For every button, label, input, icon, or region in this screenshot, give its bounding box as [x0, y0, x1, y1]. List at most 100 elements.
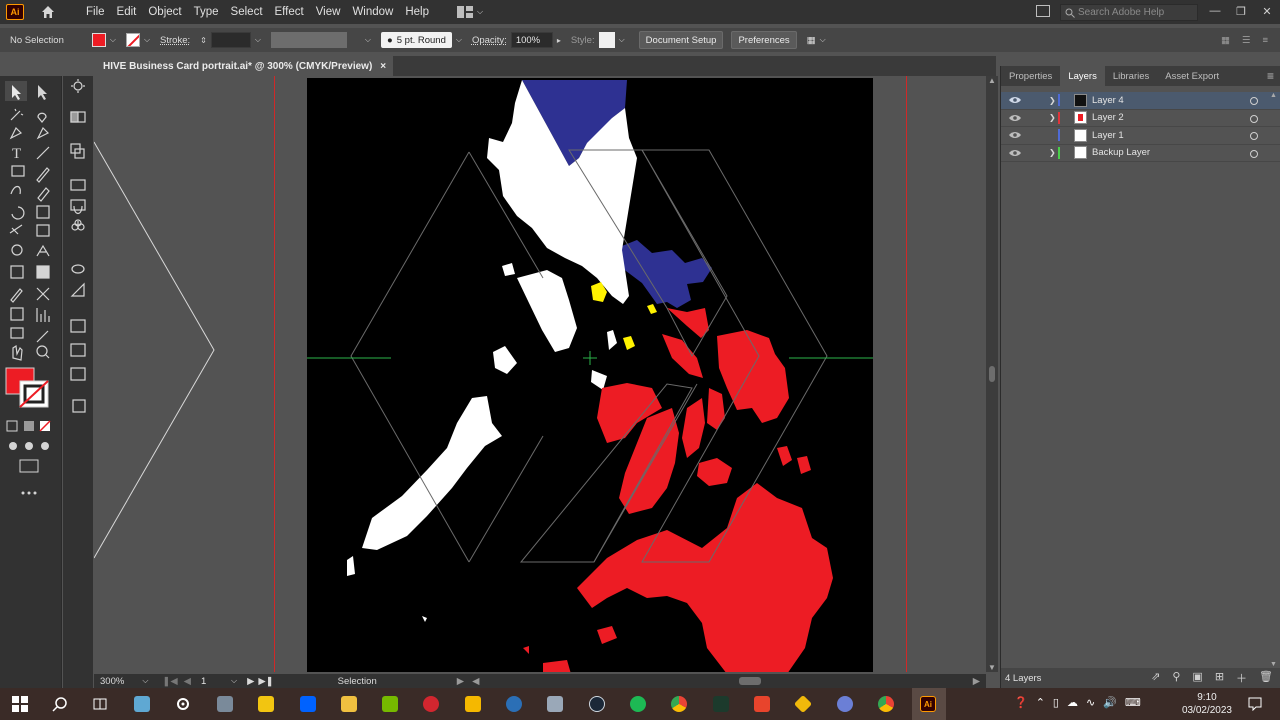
menu-type[interactable]: Type	[188, 0, 225, 24]
status-menu-icon[interactable]: ▶	[457, 676, 464, 687]
mesh-tool[interactable]	[9, 264, 25, 280]
clipping-mask-icon[interactable]: ▣	[1192, 670, 1202, 686]
stroke-weight-input[interactable]	[210, 32, 251, 48]
home-icon[interactable]	[40, 4, 56, 20]
illustrator-logo-icon[interactable]: Ai	[6, 4, 24, 20]
vertical-scrollbar[interactable]: ▲ ▼	[986, 76, 998, 672]
chrome-profile-icon[interactable]	[878, 696, 894, 712]
scroll-up-icon[interactable]: ▲	[988, 76, 996, 85]
preferences-button[interactable]: Preferences	[731, 31, 797, 49]
rotate-tool[interactable]	[9, 204, 25, 220]
help-icon[interactable]: ❓	[1014, 696, 1028, 709]
target-circle-icon[interactable]	[1250, 149, 1258, 158]
layer-row-layer-4[interactable]: ❯ Layer 4	[1001, 92, 1280, 110]
panel-scrollbar[interactable]: ▲ ▼	[1270, 92, 1278, 668]
transparency-icon[interactable]	[70, 178, 86, 194]
artboard-tool[interactable]	[9, 326, 25, 342]
fill-stroke-swatches[interactable]	[6, 368, 48, 408]
dropbox-icon[interactable]	[300, 696, 316, 712]
expand-chevron-icon[interactable]: ❯	[1049, 113, 1057, 122]
stroke-label[interactable]: Stroke:	[160, 35, 190, 46]
target-circle-icon[interactable]	[1250, 132, 1258, 140]
tab-asset-export[interactable]: Asset Export	[1157, 66, 1227, 86]
style-control[interactable]: ⌵	[598, 32, 625, 48]
stepper-icon[interactable]: ⇕	[200, 36, 207, 45]
brush-definition[interactable]: ● 5 pt. Round ⌵	[381, 32, 462, 48]
tab-libraries[interactable]: Libraries	[1105, 66, 1157, 86]
opacity-label[interactable]: Opacity:	[472, 35, 507, 46]
perspective-grid-tool[interactable]	[35, 244, 51, 260]
graphic-styles-icon[interactable]	[70, 261, 86, 277]
new-layer-icon[interactable]: ＋	[1236, 670, 1247, 686]
prev-artboard-icon[interactable]: ◀	[184, 676, 191, 687]
stroke-weight-field[interactable]: ⇕ ⌵	[200, 32, 261, 48]
scale-tool[interactable]	[35, 204, 51, 220]
todoist-icon[interactable]	[423, 696, 439, 712]
stroke-panel-icon[interactable]	[70, 282, 86, 298]
arrange-documents-icon[interactable]	[1036, 5, 1050, 17]
locate-object-icon[interactable]: ⚲	[1172, 670, 1180, 686]
document-setup-button[interactable]: Document Setup	[638, 31, 724, 49]
settings-gear-icon[interactable]	[175, 696, 191, 712]
brushes-icon[interactable]	[70, 198, 86, 214]
stroke-control[interactable]: ⌵	[125, 33, 150, 47]
blend-tool[interactable]	[35, 286, 51, 302]
sticky-notes-icon[interactable]	[258, 696, 274, 712]
vertical-scroll-thumb[interactable]	[989, 366, 995, 382]
menu-effect[interactable]: Effect	[269, 0, 310, 24]
tray-chevron-icon[interactable]: ⌃	[1036, 696, 1045, 709]
taskbar-app-icon[interactable]	[754, 696, 770, 712]
layer-name[interactable]: Layer 1	[1092, 130, 1124, 141]
color-mode-buttons[interactable]	[6, 418, 54, 434]
close-icon[interactable]: ✕	[1254, 0, 1280, 22]
chevron-down-icon[interactable]: ⌵	[142, 676, 148, 686]
eraser-tool[interactable]	[35, 184, 51, 200]
scroll-left-icon[interactable]: ◀	[472, 676, 479, 687]
align-panel-icon[interactable]	[70, 318, 86, 334]
workspace-switcher[interactable]: ⌵	[457, 6, 483, 18]
direct-selection-tool[interactable]	[35, 83, 51, 99]
tab-properties[interactable]: Properties	[1001, 66, 1060, 86]
chevron-down-icon[interactable]: ⌵	[231, 676, 237, 686]
gradient-tool[interactable]	[35, 264, 51, 280]
pen-tool[interactable]	[9, 124, 25, 140]
arrange-control[interactable]: ▦ ⌵	[807, 35, 826, 46]
fill-swatch[interactable]	[91, 33, 106, 47]
opacity-field[interactable]: 100% ▸	[510, 32, 561, 48]
first-artboard-icon[interactable]: ❚◀	[162, 676, 177, 687]
slice-tool[interactable]	[35, 326, 51, 342]
target-circle-icon[interactable]	[1250, 97, 1258, 105]
scroll-right-icon[interactable]: ▶	[973, 676, 980, 687]
menu-view[interactable]: View	[310, 0, 347, 24]
stroke-swatch[interactable]	[125, 33, 140, 47]
taskbar-app-icon[interactable]	[134, 696, 150, 712]
chevron-right-icon[interactable]: ▸	[557, 36, 561, 45]
new-sublayer-icon[interactable]: ⊞	[1215, 670, 1224, 686]
spotify-icon[interactable]	[630, 696, 646, 712]
minimize-icon[interactable]: —	[1202, 0, 1228, 22]
paintbrush-tool[interactable]	[35, 164, 51, 180]
windows-start-icon[interactable]	[12, 696, 28, 712]
draw-mode-buttons[interactable]	[6, 438, 54, 454]
symbol-sprayer-tool[interactable]	[9, 306, 25, 322]
vpn-shield-icon[interactable]	[506, 696, 522, 712]
menu-edit[interactable]: Edit	[111, 0, 143, 24]
screen-mode-icon[interactable]	[20, 458, 38, 474]
fill-control[interactable]: ⌵	[91, 33, 116, 47]
keyboard-icon[interactable]: ⌨	[1125, 696, 1141, 709]
align-options-icon[interactable]: ☰	[1242, 35, 1251, 46]
next-artboard-icon[interactable]: ▶	[247, 676, 254, 687]
variable-width-profile[interactable]: ⌵	[270, 32, 371, 48]
philippines-map-artwork[interactable]	[307, 78, 873, 672]
selection-tool[interactable]	[5, 81, 27, 101]
layer-name[interactable]: Layer 2	[1092, 112, 1124, 123]
warp-tool[interactable]	[9, 224, 25, 240]
menu-select[interactable]: Select	[225, 0, 269, 24]
gradient-panel-icon[interactable]	[70, 110, 86, 126]
menu-file[interactable]: File	[80, 0, 111, 24]
expand-chevron-icon[interactable]: ❯	[1049, 96, 1057, 105]
width-profile-preview[interactable]	[270, 32, 347, 48]
nvidia-icon[interactable]	[382, 696, 398, 712]
menu-help[interactable]: Help	[399, 0, 435, 24]
last-artboard-icon[interactable]: ▶❚	[258, 676, 273, 687]
